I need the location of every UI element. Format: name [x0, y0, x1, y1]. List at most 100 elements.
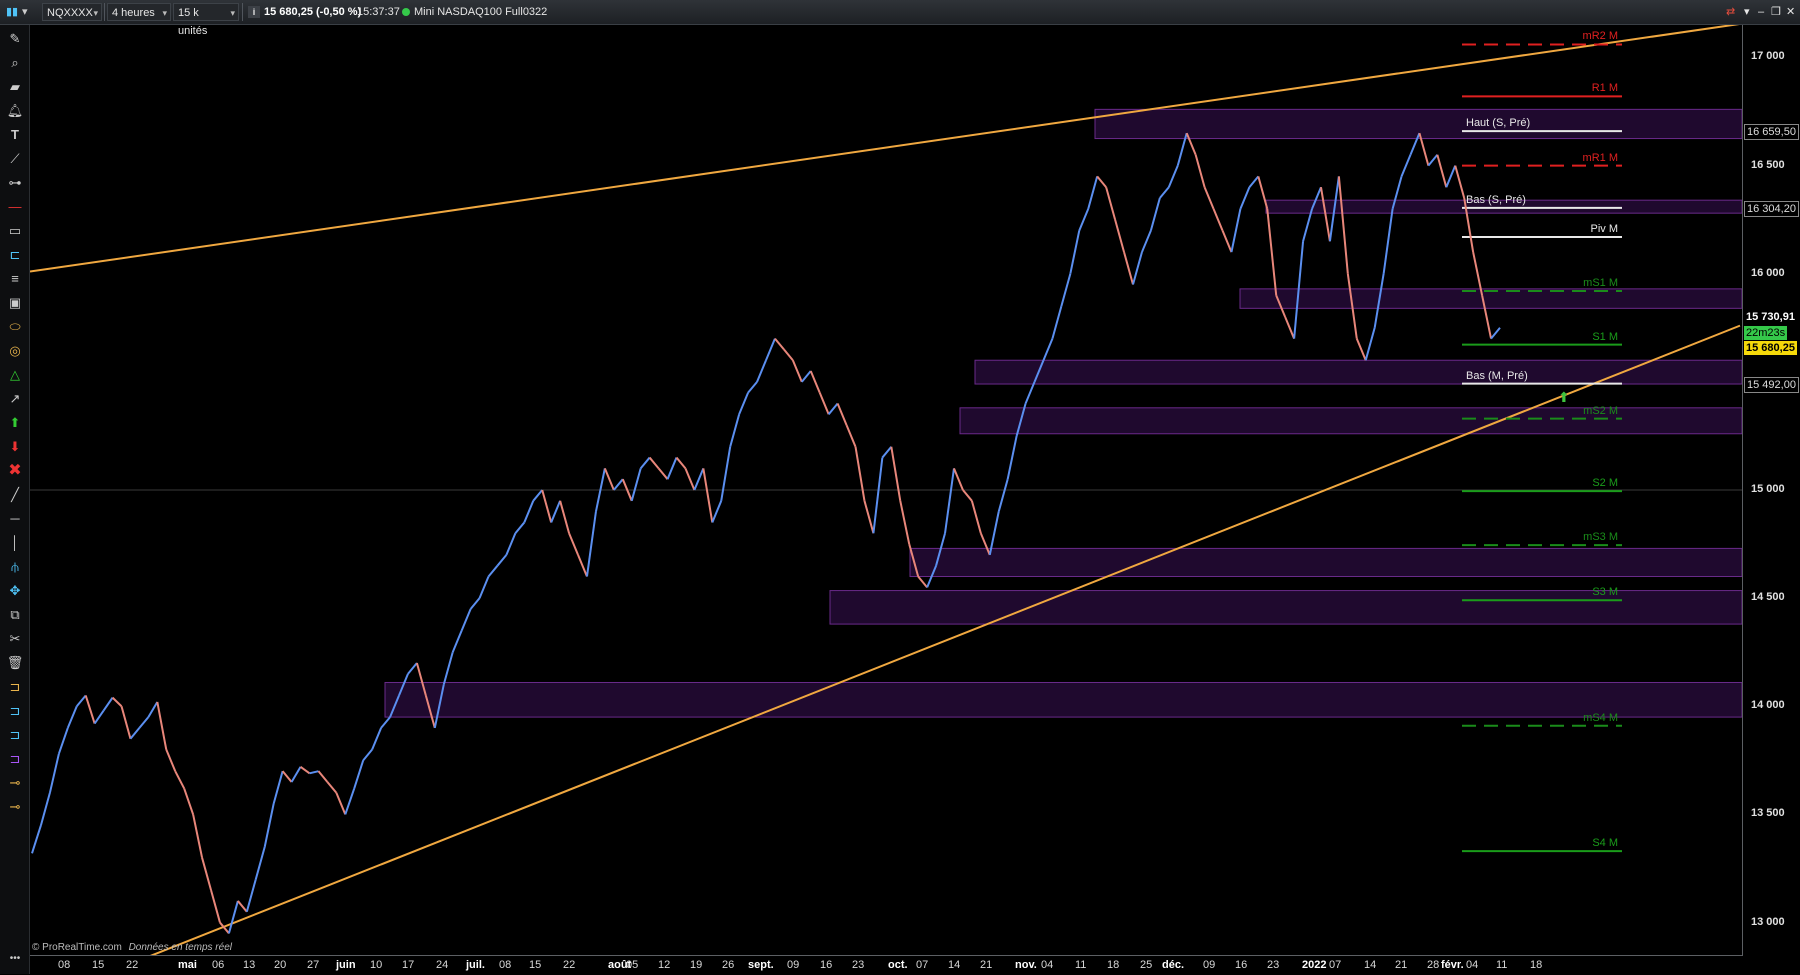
- price-segment: [729, 414, 741, 448]
- price-segment: [478, 576, 490, 599]
- price-segment: [774, 337, 785, 351]
- trade-icon[interactable]: ⇄: [1726, 3, 1735, 21]
- credit-text: © ProRealTime.com: [32, 942, 122, 953]
- instrument-name: Mini NASDAQ100 Full0322: [414, 6, 548, 18]
- period-selector[interactable]: 4 heures: [107, 3, 171, 22]
- triangle-icon[interactable]: △: [4, 365, 26, 385]
- price-segment: [711, 500, 723, 523]
- price-segment: [997, 478, 1009, 512]
- ellipse-icon[interactable]: ⬭: [4, 317, 26, 337]
- pencil-icon[interactable]: ✎: [4, 29, 26, 49]
- zoom-icon[interactable]: ⌕: [4, 53, 26, 73]
- minimize-icon[interactable]: –: [1758, 3, 1764, 21]
- price-segment: [317, 770, 329, 783]
- restore-icon[interactable]: ❐: [1771, 3, 1781, 21]
- units-selector[interactable]: 15 k unités: [173, 3, 239, 37]
- symbol-selector[interactable]: NQXXXX: [42, 3, 102, 22]
- price-segment: [854, 446, 866, 501]
- trend-line-icon[interactable]: ╱: [4, 485, 26, 505]
- info-icon[interactable]: i: [248, 6, 260, 18]
- level-4-icon[interactable]: ⊐: [4, 749, 26, 769]
- key-icon[interactable]: ⊸: [4, 773, 26, 793]
- circle-icon[interactable]: ◎: [4, 341, 26, 361]
- arrow-icon[interactable]: ↗: [4, 389, 26, 409]
- move-icon[interactable]: ✥: [4, 581, 26, 601]
- price-segment: [818, 392, 830, 415]
- time-tick: 23: [852, 959, 865, 971]
- price-segment: [102, 697, 114, 712]
- price-segment: [505, 532, 517, 556]
- vertical-line-icon[interactable]: │: [4, 533, 26, 553]
- price-chart[interactable]: ⬆: [30, 25, 1742, 955]
- horizontal-tool-icon[interactable]: ─: [4, 509, 26, 529]
- arrow-down-icon[interactable]: ⬇: [4, 437, 26, 457]
- segment-icon[interactable]: ⟋: [4, 149, 26, 169]
- price-segment: [953, 467, 964, 491]
- price-segment: [496, 554, 508, 567]
- time-tick: juin: [336, 959, 356, 971]
- price-segment: [201, 857, 212, 891]
- time-axis[interactable]: 08 15 22 mai 06 13 20 27 juin 10 17 24 juil. 08 15 22 ao…: [30, 955, 1742, 975]
- text-tool-icon[interactable]: T: [4, 125, 26, 145]
- level-2-icon[interactable]: ⊐: [4, 701, 26, 721]
- price-segment: [1400, 154, 1412, 177]
- drawing-toolbar: ✎ ⌕ ▰ 🔔︎ T ⟋ ⊶ — ▭ ⊏ ≡ ▣ ⬭ ◎ △ ↗ ⬆ ⬇ ✖ ╱…: [0, 25, 30, 974]
- sync-icon[interactable]: ▾: [1744, 3, 1750, 21]
- ruler-icon[interactable]: ▰: [4, 77, 26, 97]
- level-icon[interactable]: ⊐: [4, 677, 26, 697]
- channel-line-upper: [30, 25, 1740, 273]
- price-axis[interactable]: 17 000 16 500 16 000 15 000 14 500 14 000 13 5…: [1742, 25, 1800, 956]
- box-icon[interactable]: ▣: [4, 293, 26, 313]
- price-tick: 14 000: [1751, 699, 1785, 712]
- price-segment: [1284, 316, 1296, 339]
- price-segment: [299, 766, 311, 775]
- price-segment: [1194, 154, 1206, 188]
- horizontal-line-icon[interactable]: —: [4, 197, 26, 217]
- price-segment: [666, 457, 678, 480]
- pitchfork-icon[interactable]: ⫛: [4, 557, 26, 577]
- time-tick: 09: [787, 959, 800, 971]
- price-segment: [801, 370, 812, 383]
- price-segment: [881, 446, 893, 459]
- time-tick: 21: [980, 959, 993, 971]
- time-tick: 05: [626, 959, 639, 971]
- price-tick: 16 500: [1751, 158, 1785, 171]
- fibonacci-icon[interactable]: ≡: [4, 269, 26, 289]
- alert-bell-icon[interactable]: 🔔︎: [4, 101, 26, 121]
- price-segment: [899, 500, 911, 545]
- arrow-up-icon[interactable]: ⬆: [4, 413, 26, 433]
- price-segment: [1051, 305, 1063, 339]
- channel-icon[interactable]: ⊏: [4, 245, 26, 265]
- price-segment: [1355, 338, 1367, 361]
- price-segment: [326, 781, 338, 794]
- time-tick: févr.: [1441, 959, 1464, 971]
- level-3-icon[interactable]: ⊐: [4, 725, 26, 745]
- rectangle-icon[interactable]: ▭: [4, 221, 26, 241]
- pivot-label: mS2 M: [1583, 404, 1618, 417]
- price-segment: [407, 662, 418, 675]
- close-icon[interactable]: ✕: [1786, 3, 1795, 21]
- price-segment: [147, 701, 159, 718]
- price-segment: [1006, 435, 1018, 480]
- delete-icon[interactable]: ✖: [4, 461, 26, 481]
- price-segment: [174, 770, 186, 789]
- price-label-high: 16 659,50: [1744, 124, 1799, 141]
- time-tick: sept.: [748, 959, 774, 971]
- price-segment: [1221, 230, 1233, 253]
- trash-icon[interactable]: 🗑︎: [4, 653, 26, 673]
- time-tick: 26: [722, 959, 735, 971]
- price-segment: [1123, 251, 1134, 285]
- scroll-handle-icon[interactable]: •••: [4, 949, 26, 969]
- support-resistance-zone: [974, 359, 1742, 385]
- tools-icon[interactable]: ✂: [4, 629, 26, 649]
- horizontal-segment-icon[interactable]: ⊶: [4, 173, 26, 193]
- time-tick: 04: [1466, 959, 1479, 971]
- time-tick: 22: [126, 959, 139, 971]
- price-segment: [1212, 208, 1224, 231]
- price-segment: [585, 511, 597, 577]
- chart-menu-icon[interactable]: ▾: [22, 3, 32, 21]
- chart-type-icon[interactable]: ▮▮: [6, 3, 20, 21]
- copy-icon[interactable]: ⧉: [4, 605, 26, 625]
- time-tick: mai: [178, 959, 197, 971]
- key-2-icon[interactable]: ⊸: [4, 797, 26, 817]
